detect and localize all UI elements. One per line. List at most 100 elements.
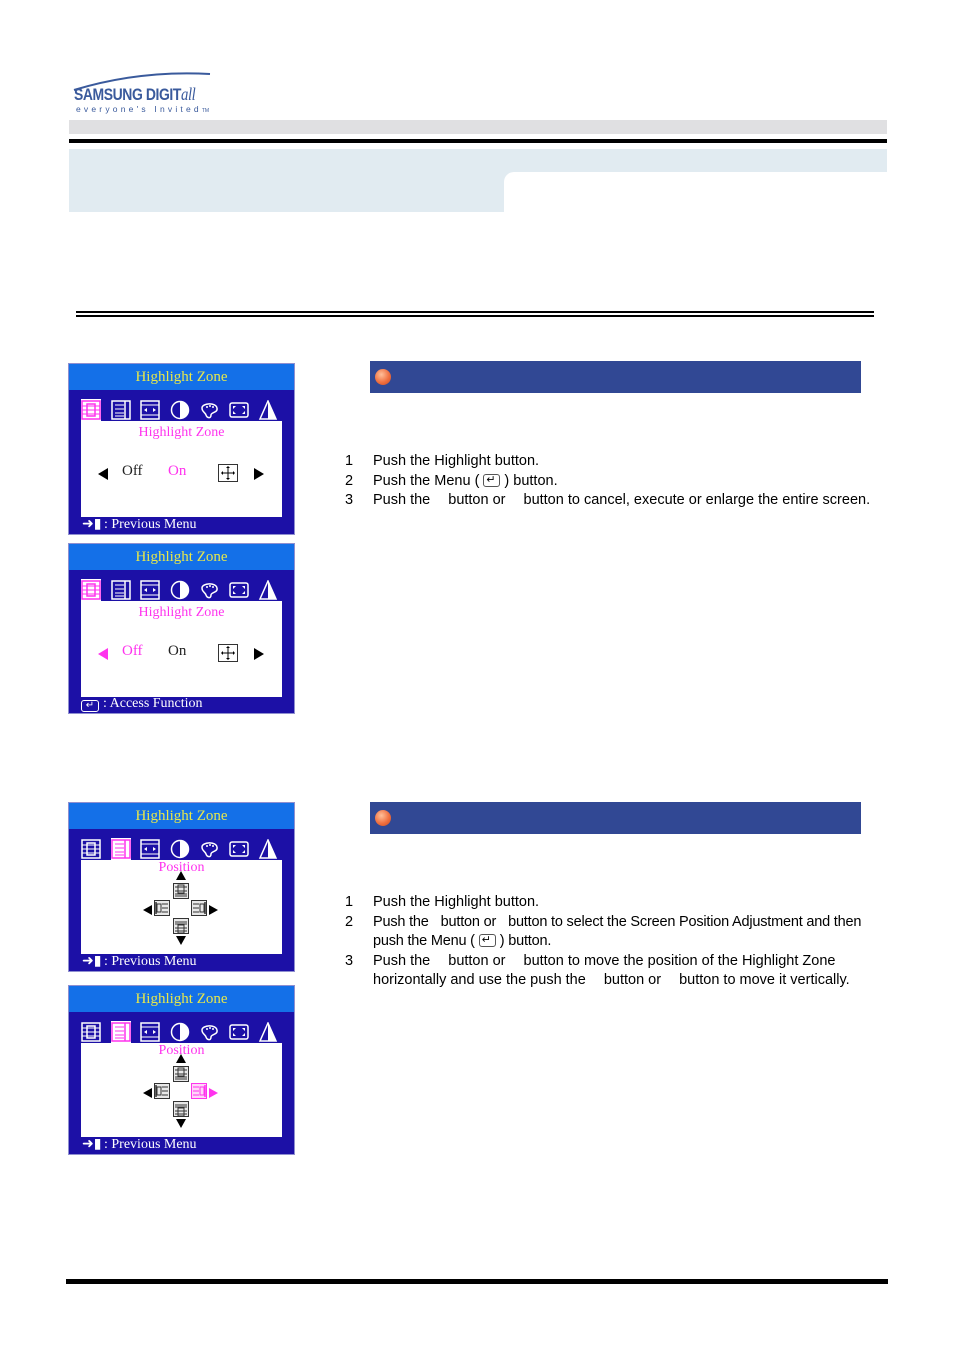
color-icon[interactable] xyxy=(199,400,219,420)
up-arrow-icon[interactable] xyxy=(176,871,186,880)
header-rule xyxy=(69,139,887,143)
screen-right-icon xyxy=(191,900,207,916)
osd-subtitle: Highlight Zone xyxy=(138,425,225,440)
sharpness-icon[interactable] xyxy=(258,579,278,600)
brightness-contrast-icon[interactable] xyxy=(170,839,190,859)
right-arrow-icon[interactable] xyxy=(254,648,264,660)
sharpness-icon[interactable] xyxy=(258,1021,278,1042)
size-icon[interactable] xyxy=(140,580,160,600)
header-gray-band xyxy=(69,120,887,134)
step-text: ) button. xyxy=(499,933,552,949)
left-arrow-icon[interactable] xyxy=(143,905,152,915)
full-screen-icon[interactable] xyxy=(228,1022,249,1042)
position-icon[interactable] xyxy=(110,580,131,600)
sharpness-icon[interactable] xyxy=(258,399,278,420)
step-number: 3 xyxy=(345,952,354,969)
step-number: 3 xyxy=(345,492,354,508)
osd-screen-position: Highlight Zone Position ➜▮: Previous Men… xyxy=(68,802,295,972)
enlarge-icon[interactable] xyxy=(218,464,238,482)
step-text: button to move it vertically. xyxy=(679,972,850,988)
step-text: button or xyxy=(448,952,506,969)
highlight-zone-icon[interactable] xyxy=(81,579,101,601)
osd-footer: ➜▮: Previous Menu xyxy=(82,517,197,533)
size-icon[interactable] xyxy=(140,1022,160,1042)
title-band-tab xyxy=(69,172,504,212)
highlight-zone-icon[interactable] xyxy=(81,839,101,859)
samsung-logo: SAMSUNG DIGITall everyone's InvitedTM xyxy=(70,70,215,116)
size-icon[interactable] xyxy=(140,400,160,420)
option-off[interactable]: Off xyxy=(122,463,143,480)
color-icon[interactable] xyxy=(199,1022,219,1042)
title-band xyxy=(69,149,887,172)
section-divider-lower xyxy=(76,315,874,317)
osd-footer-text: : Previous Menu xyxy=(104,517,197,532)
full-screen-icon[interactable] xyxy=(228,580,249,600)
osd-screen-position-right: Highlight Zone Position ➜▮: Previous Men… xyxy=(68,985,295,1155)
instruction-step: 1 Push the Highlight button. xyxy=(345,893,890,913)
osd-tab-row xyxy=(81,838,286,861)
osd-panel: Position xyxy=(81,1043,282,1137)
section-header-position xyxy=(370,802,861,834)
down-arrow-icon[interactable] xyxy=(176,936,186,945)
up-arrow-icon[interactable] xyxy=(176,1054,186,1063)
step-text: button or xyxy=(440,913,497,930)
exit-icon: ➜▮ xyxy=(82,517,102,532)
right-arrow-icon[interactable] xyxy=(254,468,264,480)
step-number: 2 xyxy=(345,472,354,489)
osd-title: Highlight Zone xyxy=(69,544,294,570)
osd-footer: ➜▮: Previous Menu xyxy=(82,1137,197,1153)
position-control xyxy=(81,1043,282,1137)
step-text: Push the xyxy=(373,913,429,930)
size-icon[interactable] xyxy=(140,839,160,859)
enlarge-icon[interactable] xyxy=(218,644,238,662)
left-arrow-icon[interactable] xyxy=(143,1088,152,1098)
bullet-dot-icon xyxy=(375,810,391,826)
step-text: button to cancel, execute or enlarge the… xyxy=(523,492,871,508)
highlight-zone-icon[interactable] xyxy=(81,1022,101,1042)
full-screen-icon[interactable] xyxy=(228,839,249,859)
left-arrow-icon[interactable] xyxy=(98,468,108,480)
osd-footer: ↵: Access Function xyxy=(81,696,203,712)
logo-trademark: TM xyxy=(201,108,210,114)
osd-title: Highlight Zone xyxy=(69,803,294,829)
option-on[interactable]: On xyxy=(168,463,186,480)
color-icon[interactable] xyxy=(199,839,219,859)
full-screen-icon[interactable] xyxy=(228,400,249,420)
down-arrow-icon[interactable] xyxy=(176,1119,186,1128)
osd-screen-highlight-on: Highlight Zone Highlight Zone Off On ➜▮:… xyxy=(68,363,295,535)
sharpness-icon[interactable] xyxy=(258,838,278,859)
screen-down-icon xyxy=(173,918,189,934)
right-arrow-icon[interactable] xyxy=(209,905,218,915)
exit-icon: ➜▮ xyxy=(82,1137,102,1152)
color-icon[interactable] xyxy=(199,580,219,600)
title-band-notch xyxy=(504,172,516,184)
osd-panel: Position xyxy=(81,860,282,954)
osd-tab-row xyxy=(81,579,286,602)
osd-tab-row xyxy=(81,1021,286,1044)
screen-left-icon xyxy=(154,900,170,916)
footer-rule xyxy=(66,1279,888,1284)
step-text: button or xyxy=(603,972,662,988)
position-icon[interactable] xyxy=(110,1021,131,1043)
brightness-contrast-icon[interactable] xyxy=(170,580,190,600)
exit-icon: ➜▮ xyxy=(82,954,102,969)
section-divider xyxy=(76,311,874,313)
left-arrow-icon[interactable] xyxy=(98,648,108,660)
position-icon[interactable] xyxy=(110,838,131,860)
option-on[interactable]: On xyxy=(168,643,186,660)
osd-subtitle: Highlight Zone xyxy=(138,605,225,620)
position-icon[interactable] xyxy=(110,400,131,420)
brightness-contrast-icon[interactable] xyxy=(170,400,190,420)
osd-title: Highlight Zone xyxy=(69,364,294,390)
logo-brand: SAMSUNG DIGIT xyxy=(74,85,181,104)
instruction-step: 3 Push the button or button to move the po… xyxy=(345,952,890,991)
option-off[interactable]: Off xyxy=(122,643,143,660)
enter-key-icon xyxy=(483,471,501,490)
right-arrow-icon[interactable] xyxy=(209,1088,218,1098)
screen-down-icon xyxy=(173,1101,189,1117)
osd-footer-text: : Previous Menu xyxy=(104,1137,197,1152)
screen-right-icon xyxy=(191,1083,207,1099)
highlight-zone-icon[interactable] xyxy=(81,399,101,421)
brightness-contrast-icon[interactable] xyxy=(170,1022,190,1042)
step-text: Push the Menu ( xyxy=(373,472,480,489)
